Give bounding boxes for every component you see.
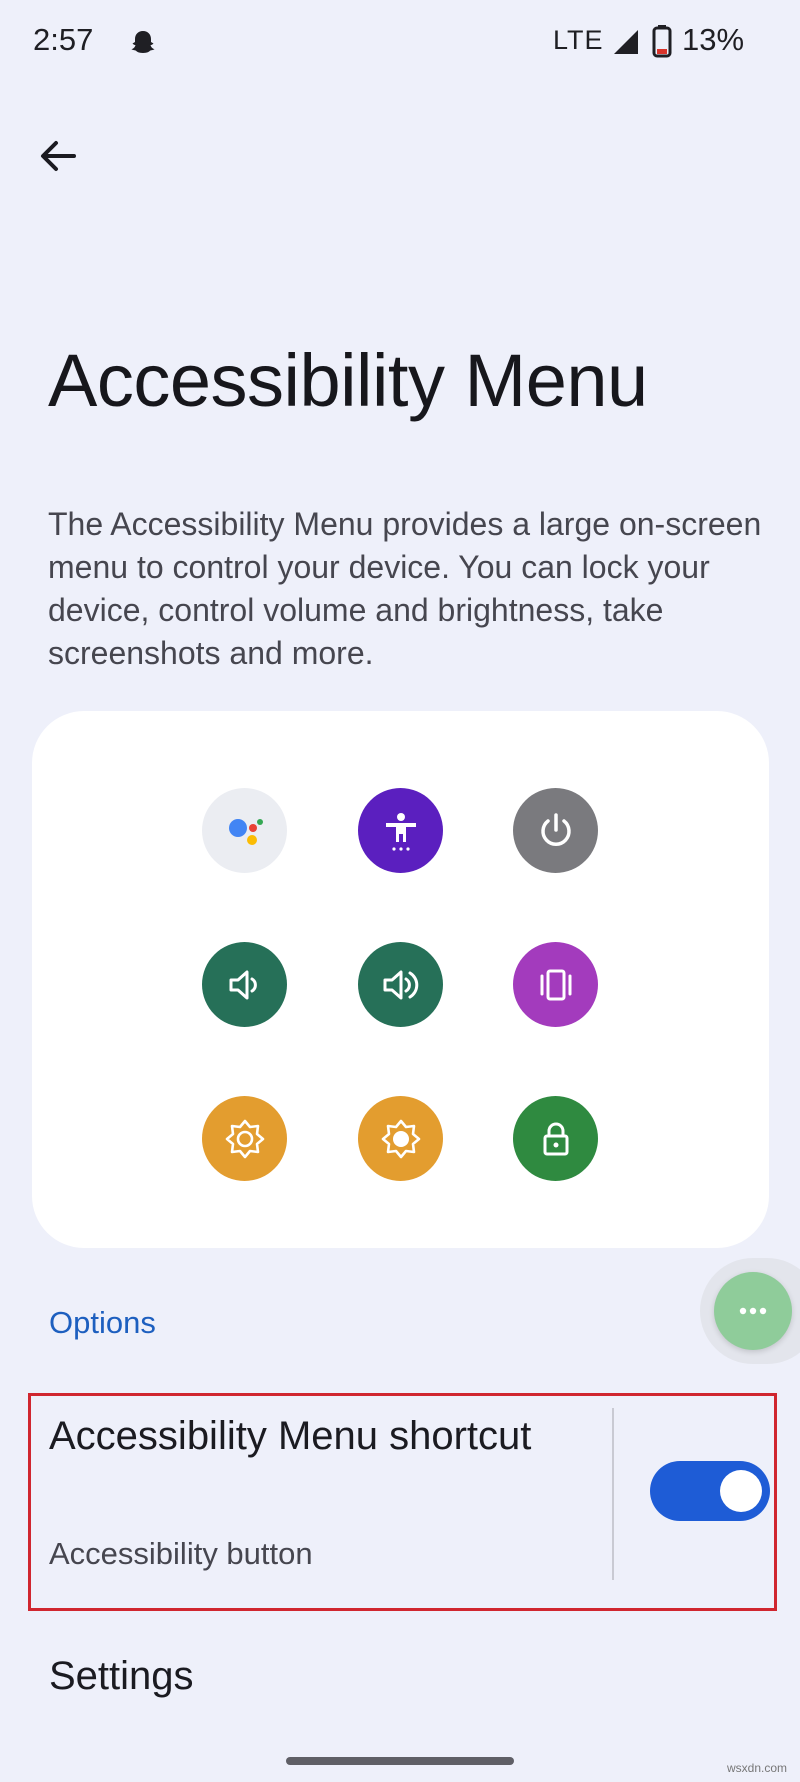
power-icon (513, 788, 598, 873)
network-type: LTE (553, 25, 604, 55)
shortcut-subtitle: Accessibility button (49, 1536, 313, 1571)
shortcut-toggle[interactable] (650, 1461, 770, 1521)
page-title: Accessibility Menu (48, 339, 648, 422)
toggle-knob (720, 1470, 762, 1512)
battery-percent: 13% (682, 22, 745, 57)
settings-item[interactable]: Settings (49, 1654, 194, 1699)
row-divider (612, 1408, 614, 1580)
description: The Accessibility Menu provides a large … (48, 506, 762, 671)
accessibility-settings-icon (358, 788, 443, 873)
signal-icon (614, 30, 638, 54)
floating-accessibility-button[interactable] (714, 1272, 792, 1350)
more-horizontal-icon (739, 1307, 767, 1315)
home-indicator[interactable] (286, 1757, 514, 1765)
brightness-up-icon (358, 1096, 443, 1181)
menu-preview-card (32, 711, 769, 1248)
battery-icon (652, 25, 672, 58)
options-section-header: Options (49, 1305, 156, 1340)
watermark: wsxdn.com (727, 1761, 788, 1775)
arrow-back-icon[interactable] (36, 134, 80, 178)
recent-apps-icon (513, 942, 598, 1027)
google-assistant-icon (202, 788, 287, 873)
brightness-down-icon (202, 1096, 287, 1181)
volume-down-icon (202, 942, 287, 1027)
lock-icon (513, 1096, 598, 1181)
volume-up-icon (358, 942, 443, 1027)
snapchat-ghost-icon (131, 31, 155, 53)
shortcut-title[interactable]: Accessibility Menu shortcut (49, 1408, 569, 1465)
status-time: 2:57 (33, 22, 94, 57)
